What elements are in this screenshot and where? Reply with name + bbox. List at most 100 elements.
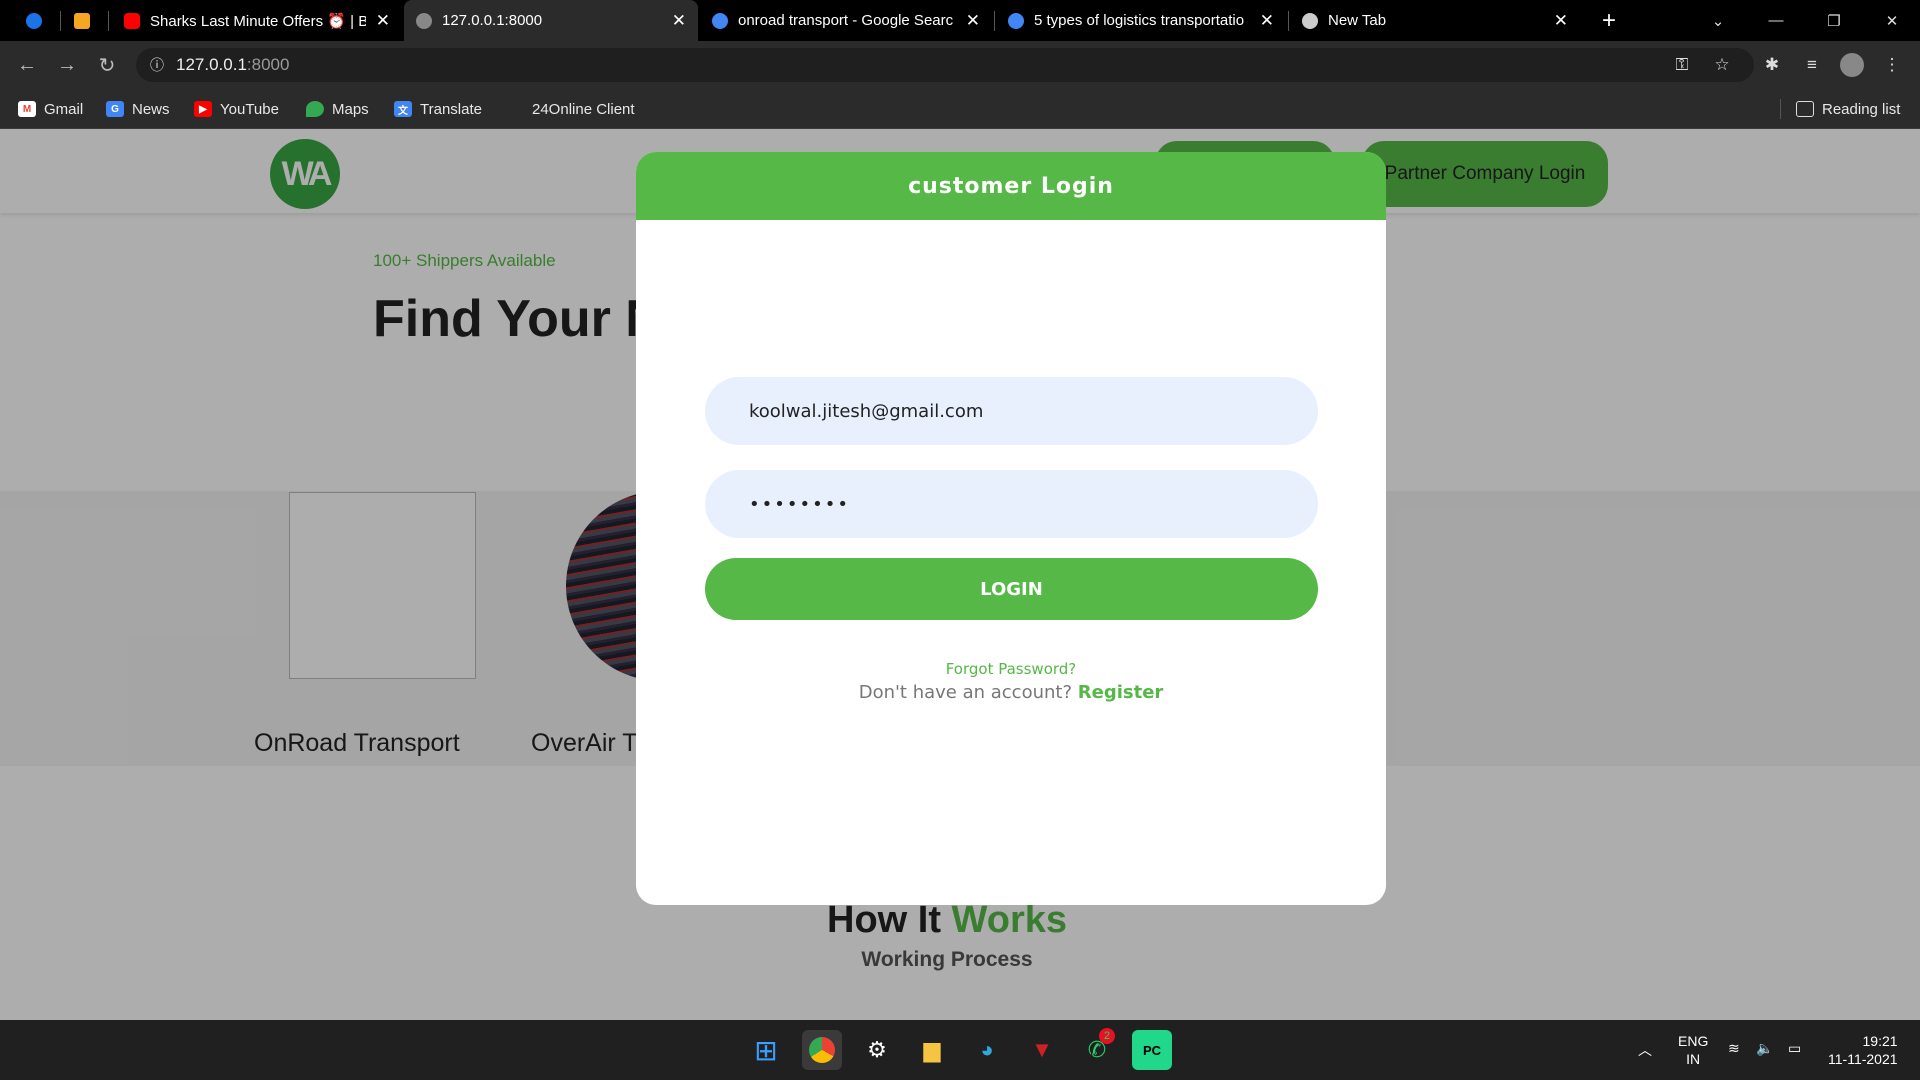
register-prompt: Don't have an account? Register [636, 682, 1386, 703]
extensions-icon[interactable]: ✱ [1760, 53, 1784, 77]
chrome-icon [1302, 12, 1318, 29]
taskbar: ⊞ ⚙ ▆ ◕ ▼ ✆ 2 PC ︿ ENG IN ≋ 🔈 ▭ 19:21 11… [0, 1020, 1920, 1080]
tab-title: New Tab [1328, 12, 1387, 29]
back-icon[interactable]: ← [13, 51, 41, 79]
tab-separator [1288, 11, 1289, 31]
region-code: IN [1686, 1051, 1701, 1067]
tray-chevron-icon[interactable]: ︿ [1638, 1040, 1652, 1060]
tab-google-search-logistics[interactable]: 5 types of logistics transportatio ✕ [996, 0, 1286, 41]
youtube-icon [124, 12, 140, 29]
start-icon[interactable]: ⊞ [746, 1030, 786, 1070]
profile-avatar[interactable] [1840, 53, 1864, 77]
bookmark-label: 24Online Client [532, 100, 635, 118]
bookmark-gmail[interactable]: M Gmail [18, 89, 83, 129]
google-icon [1008, 12, 1024, 29]
reload-icon[interactable]: ↻ [93, 51, 121, 79]
tab-localhost[interactable]: 127.0.0.1:8000 ✕ [404, 0, 698, 41]
battery-icon[interactable]: ▭ [1788, 1040, 1801, 1057]
tab-pinned-media[interactable] [14, 0, 56, 41]
modal-title: customer Login [908, 173, 1114, 199]
bookmark-label: Translate [420, 100, 482, 118]
close-icon[interactable]: ✕ [966, 11, 980, 31]
bookmark-label: News [132, 100, 170, 118]
password-field[interactable] [705, 470, 1318, 538]
restore-icon[interactable]: ❐ [1806, 0, 1862, 41]
address-bar[interactable]: ⓘ 127.0.0.1:8000 [136, 48, 1754, 82]
customer-login-modal: customer Login LOGIN Forgot Password? Do… [636, 152, 1386, 905]
site-info-icon[interactable]: ⓘ [150, 55, 164, 75]
register-link[interactable]: Register [1078, 682, 1164, 703]
tab-title: Sharks Last Minute Offers ⏰ | B [150, 12, 366, 30]
bookmark-label: YouTube [220, 100, 279, 118]
notes-icon [74, 12, 90, 29]
modal-header: customer Login [636, 152, 1386, 220]
tab-title: onroad transport - Google Searc [738, 12, 954, 29]
media-control-icon[interactable]: ≡ [1800, 53, 1824, 77]
page-viewport: WA Partner Company Login 100+ Shippers A… [0, 129, 1920, 1020]
tab-title: 127.0.0.1:8000 [442, 12, 543, 29]
tab-new-tab[interactable]: New Tab ✕ [1290, 0, 1580, 41]
edge-icon[interactable]: ◕ [967, 1030, 1007, 1070]
url-host: 127.0.0.1 [176, 55, 247, 74]
globe-icon [416, 12, 432, 29]
reading-list-button[interactable]: Reading list [1796, 89, 1900, 129]
file-explorer-icon[interactable]: ▆ [912, 1030, 952, 1070]
close-icon[interactable]: ✕ [376, 11, 390, 31]
tab-search-icon[interactable]: ⌄ [1690, 0, 1746, 41]
bookmark-24online[interactable]: 24Online Client [532, 89, 635, 129]
bookmarks-bar: M Gmail G News ▶ YouTube Maps 文 Translat… [0, 89, 1920, 129]
google-icon [712, 12, 728, 29]
close-icon[interactable]: ✕ [1554, 11, 1568, 31]
minimize-icon[interactable]: — [1748, 0, 1804, 41]
lang-code: ENG [1678, 1033, 1709, 1049]
clock-time: 19:21 [1862, 1033, 1898, 1049]
bookmark-label: Maps [332, 100, 369, 118]
clock[interactable]: 19:21 11-11-2021 [1828, 1032, 1898, 1068]
gmail-icon: M [18, 101, 36, 117]
close-icon[interactable]: ✕ [1260, 11, 1274, 31]
tab-separator [994, 11, 995, 31]
notification-badge: 2 [1099, 1028, 1115, 1044]
browser-toolbar: ← → ↻ ⓘ 127.0.0.1:8000 ⚿ ☆ ✱ ≡ ⋮ [0, 41, 1920, 89]
language-indicator[interactable]: ENG IN [1678, 1032, 1708, 1068]
bookmark-news[interactable]: G News [106, 89, 170, 129]
news-icon: G [106, 101, 124, 117]
tab-strip: Sharks Last Minute Offers ⏰ | B ✕ 127.0.… [0, 0, 1920, 41]
chrome-taskbar-icon[interactable] [802, 1030, 842, 1070]
translate-icon: 文 [394, 101, 412, 117]
email-field[interactable] [705, 377, 1318, 445]
tab-separator [108, 11, 109, 31]
youtube-icon: ▶ [194, 101, 212, 117]
settings-icon[interactable]: ⚙ [857, 1030, 897, 1070]
media-play-icon [26, 12, 42, 29]
login-button[interactable]: LOGIN [705, 558, 1318, 620]
close-window-icon[interactable]: ✕ [1864, 0, 1920, 41]
tab-title: 5 types of logistics transportatio [1034, 12, 1245, 29]
tab-youtube[interactable]: Sharks Last Minute Offers ⏰ | B ✕ [112, 0, 402, 41]
bookmark-maps[interactable]: Maps [306, 89, 369, 129]
url-port: :8000 [246, 55, 290, 74]
whatsapp-icon[interactable]: ✆ 2 [1077, 1028, 1117, 1070]
clock-date: 11-11-2021 [1828, 1051, 1898, 1067]
reading-list-icon [1796, 101, 1814, 117]
bookmark-star-icon[interactable]: ☆ [1710, 53, 1734, 77]
tab-pinned-notes[interactable] [62, 0, 104, 41]
menu-icon[interactable]: ⋮ [1880, 53, 1904, 77]
bookmarks-separator [1780, 99, 1781, 119]
close-icon[interactable]: ✕ [672, 11, 686, 31]
new-tab-button[interactable]: + [1596, 0, 1626, 41]
bookmark-translate[interactable]: 文 Translate [394, 89, 482, 129]
bookmark-youtube[interactable]: ▶ YouTube [194, 89, 279, 129]
predator-app-icon[interactable]: ▼ [1022, 1030, 1062, 1070]
forgot-password-link[interactable]: Forgot Password? [636, 660, 1386, 678]
reading-list-label: Reading list [1822, 100, 1901, 118]
volume-icon[interactable]: 🔈 [1756, 1040, 1773, 1057]
wifi-icon[interactable]: ≋ [1728, 1040, 1740, 1057]
maps-pin-icon [306, 101, 324, 117]
pycharm-icon[interactable]: PC [1132, 1030, 1172, 1070]
no-account-text: Don't have an account? [858, 682, 1073, 703]
forward-icon[interactable]: → [53, 51, 81, 79]
tab-google-search-onroad[interactable]: onroad transport - Google Searc ✕ [700, 0, 992, 41]
bookmark-label: Gmail [44, 100, 84, 118]
password-key-icon[interactable]: ⚿ [1670, 53, 1694, 77]
